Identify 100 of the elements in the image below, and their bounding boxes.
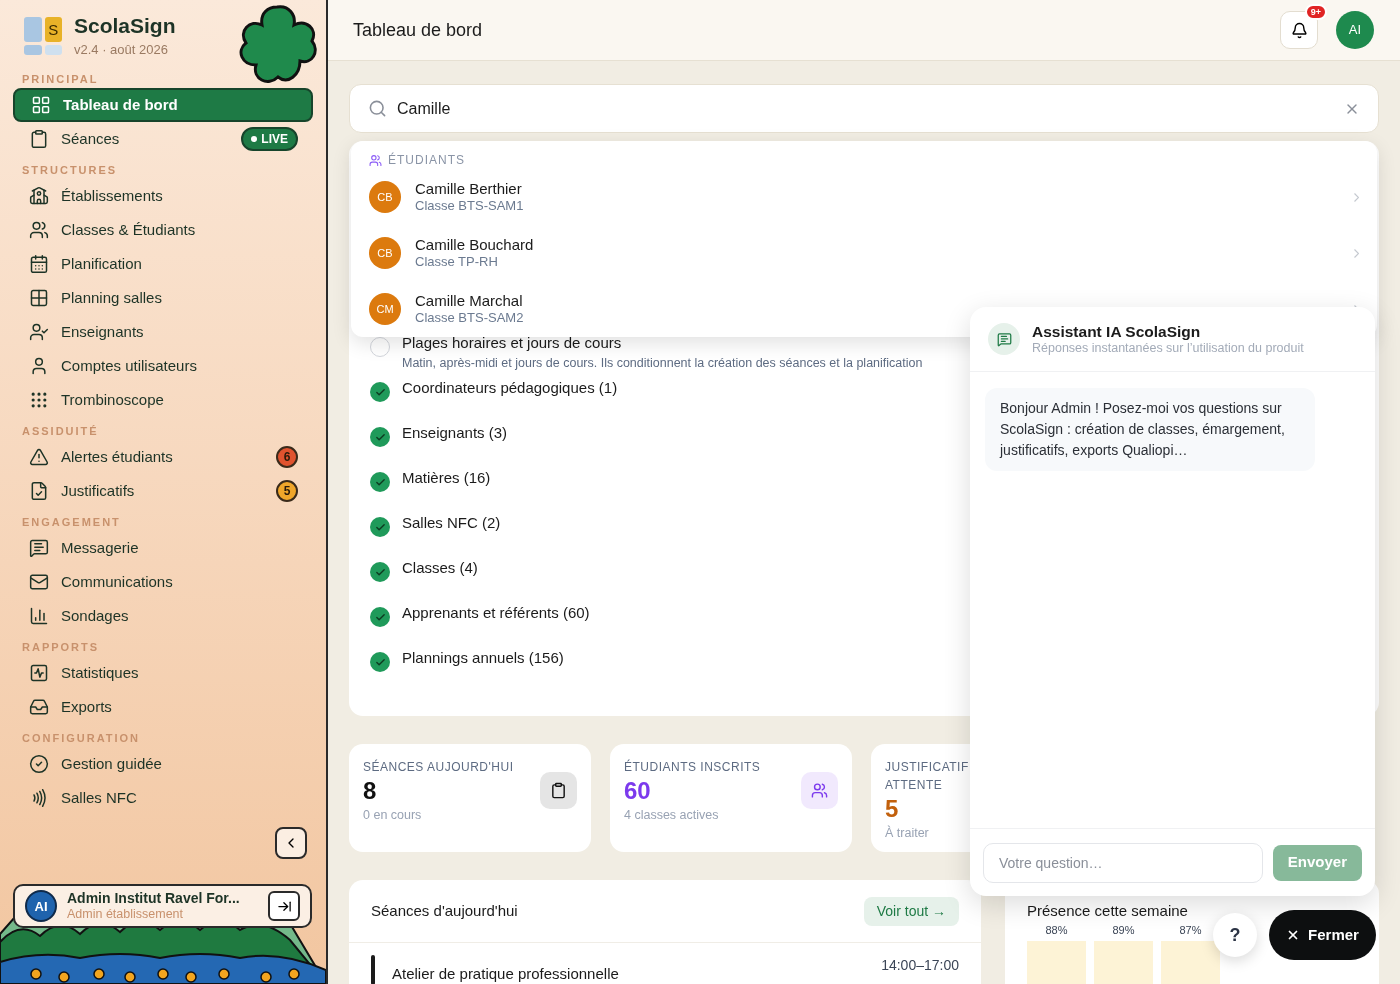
clipboard-icon [29, 129, 49, 150]
section-label: STRUCTURES [21, 163, 119, 178]
result-name: Camille Berthier [415, 179, 523, 199]
user-avatar: AI [25, 890, 57, 923]
arrow-to-line-icon [276, 899, 292, 914]
bar-label: 88% [1045, 922, 1068, 937]
stat-icon [540, 772, 577, 809]
nav-item[interactable]: Communications [13, 565, 313, 600]
check-circle-icon [29, 754, 49, 775]
nav-item[interactable]: Planification [13, 247, 313, 282]
search-field[interactable]: Camille [349, 84, 1379, 133]
result-name: Camille Bouchard [415, 235, 534, 255]
avatar[interactable]: AI [1336, 11, 1374, 49]
notification-badge: 9+ [1304, 4, 1327, 20]
stat-subtext: À traiter [885, 824, 930, 842]
nav-item[interactable]: Salles NFC [13, 781, 313, 816]
stat-icon [801, 772, 838, 809]
check-icon[interactable] [370, 427, 390, 447]
result-detail: Classe TP-RH [415, 254, 499, 271]
building-icon [29, 186, 49, 207]
user-icon [29, 356, 49, 377]
nav-item[interactable]: Tableau de bord [13, 88, 313, 123]
step-title: Classes (4) [402, 558, 478, 578]
result-avatar: CB [369, 237, 401, 269]
nav-item[interactable]: Sondages [13, 599, 313, 634]
calendar-icon [29, 254, 49, 275]
result-avatar: CM [369, 293, 401, 325]
nav-item[interactable]: Exports [13, 690, 313, 725]
bar-label: 87% [1179, 922, 1202, 937]
stat-subtext: 0 en cours [363, 807, 423, 824]
see-all-link[interactable]: Voir tout → [863, 896, 959, 926]
check-icon[interactable] [370, 382, 390, 402]
nav-item[interactable]: Séances LIVE [13, 122, 313, 157]
chart-bar [1161, 940, 1220, 984]
stat-value: 5 [885, 794, 900, 824]
nav-item[interactable]: Alertes étudiants 6 [13, 440, 313, 475]
search-result[interactable]: CB Camille Berthier Classe BTS-SAM1 [369, 169, 1359, 225]
count-badge: 6 [276, 446, 298, 469]
logout-button[interactable] [268, 891, 300, 922]
stat-label: ATTENTE [885, 777, 944, 794]
section-label: ASSIDUITÉ [21, 424, 100, 439]
user-name: Admin Institut Ravel For... [67, 889, 241, 908]
search-result[interactable]: CB Camille Bouchard Classe TP-RH [369, 225, 1359, 281]
card-title: Séances d'aujourd'hui [371, 900, 518, 921]
file-check-icon [29, 481, 49, 502]
question-input[interactable]: Votre question… [983, 842, 1263, 883]
close-button[interactable]: Fermer [1269, 910, 1376, 960]
nav-item[interactable]: Enseignants [13, 315, 313, 350]
chevron-right-icon [1354, 192, 1359, 202]
check-icon[interactable] [370, 652, 390, 672]
section-label: PRINCIPAL [21, 72, 100, 87]
session-time: 14:00–17:00 [881, 956, 959, 975]
warning-icon [29, 447, 49, 468]
nav-item[interactable]: Planning salles [13, 281, 313, 316]
check-icon[interactable] [370, 472, 390, 492]
bar-label: 89% [1112, 922, 1135, 937]
nav-item[interactable]: Trombinoscope [13, 383, 313, 418]
version-text: v2.4 · août 2026 [74, 40, 169, 59]
step-title: Enseignants (3) [402, 423, 508, 443]
nav-item[interactable]: Établissements [13, 179, 313, 214]
chat-icon [29, 538, 49, 559]
check-icon[interactable] [370, 562, 390, 582]
result-name: Camille Marchal [415, 291, 524, 311]
section-label: RAPPORTS [21, 640, 101, 655]
nav-item[interactable]: Justificatifs 5 [13, 474, 313, 509]
user-check-icon [29, 322, 49, 343]
stat-label: JUSTIFICATIF [885, 759, 969, 776]
nav-item[interactable]: Classes & Étudiants [13, 213, 313, 248]
brand-name: ScolaSign [74, 13, 176, 40]
users-icon [369, 153, 382, 167]
check-icon[interactable] [370, 607, 390, 627]
nav-item[interactable]: Comptes utilisateurs [13, 349, 313, 384]
dashboard-icon [31, 95, 51, 116]
stat-value: 60 [624, 776, 652, 806]
step-title: Coordinateurs pédagogiques (1) [402, 378, 618, 398]
section-label: CONFIGURATION [21, 731, 142, 746]
line-chart-icon [29, 663, 49, 684]
bell-icon [1290, 21, 1308, 39]
result-detail: Classe BTS-SAM1 [415, 198, 524, 215]
stat-label: SÉANCES AUJOURD'HUI [363, 758, 514, 776]
result-avatar: CB [369, 181, 401, 213]
step-title: Plages horaires et jours de cours [402, 333, 623, 353]
assistant-message: Bonjour Admin ! Posez-moi vos questions sur ScolaSign : création de classes, émargement, justificatifs, exports Qualiopi… [985, 388, 1315, 471]
result-detail: Classe BTS-SAM2 [415, 310, 524, 327]
search-icon [368, 99, 387, 118]
chart-bar [1094, 940, 1153, 984]
collapse-button[interactable] [275, 827, 307, 860]
live-badge: LIVE [241, 127, 298, 152]
user-card[interactable]: AI Admin Institut Ravel For... Admin établissement [13, 884, 312, 929]
step-title: Salles NFC (2) [402, 513, 501, 533]
users-icon [29, 220, 49, 241]
nav-item[interactable]: Statistiques [13, 656, 313, 691]
step-title: Plannings annuels (156) [402, 648, 564, 668]
session-row[interactable]: Atelier de pratique professionnelle 14:00–17:00 [349, 943, 981, 984]
nav-item[interactable]: Messagerie [13, 531, 313, 566]
check-icon[interactable] [370, 517, 390, 537]
assistant-title: Assistant IA ScolaSign [1032, 321, 1202, 341]
bar-chart-icon [29, 606, 49, 627]
chart-title: Présence cette semaine [1027, 901, 1189, 921]
nav-item[interactable]: Gestion guidée [13, 747, 313, 782]
